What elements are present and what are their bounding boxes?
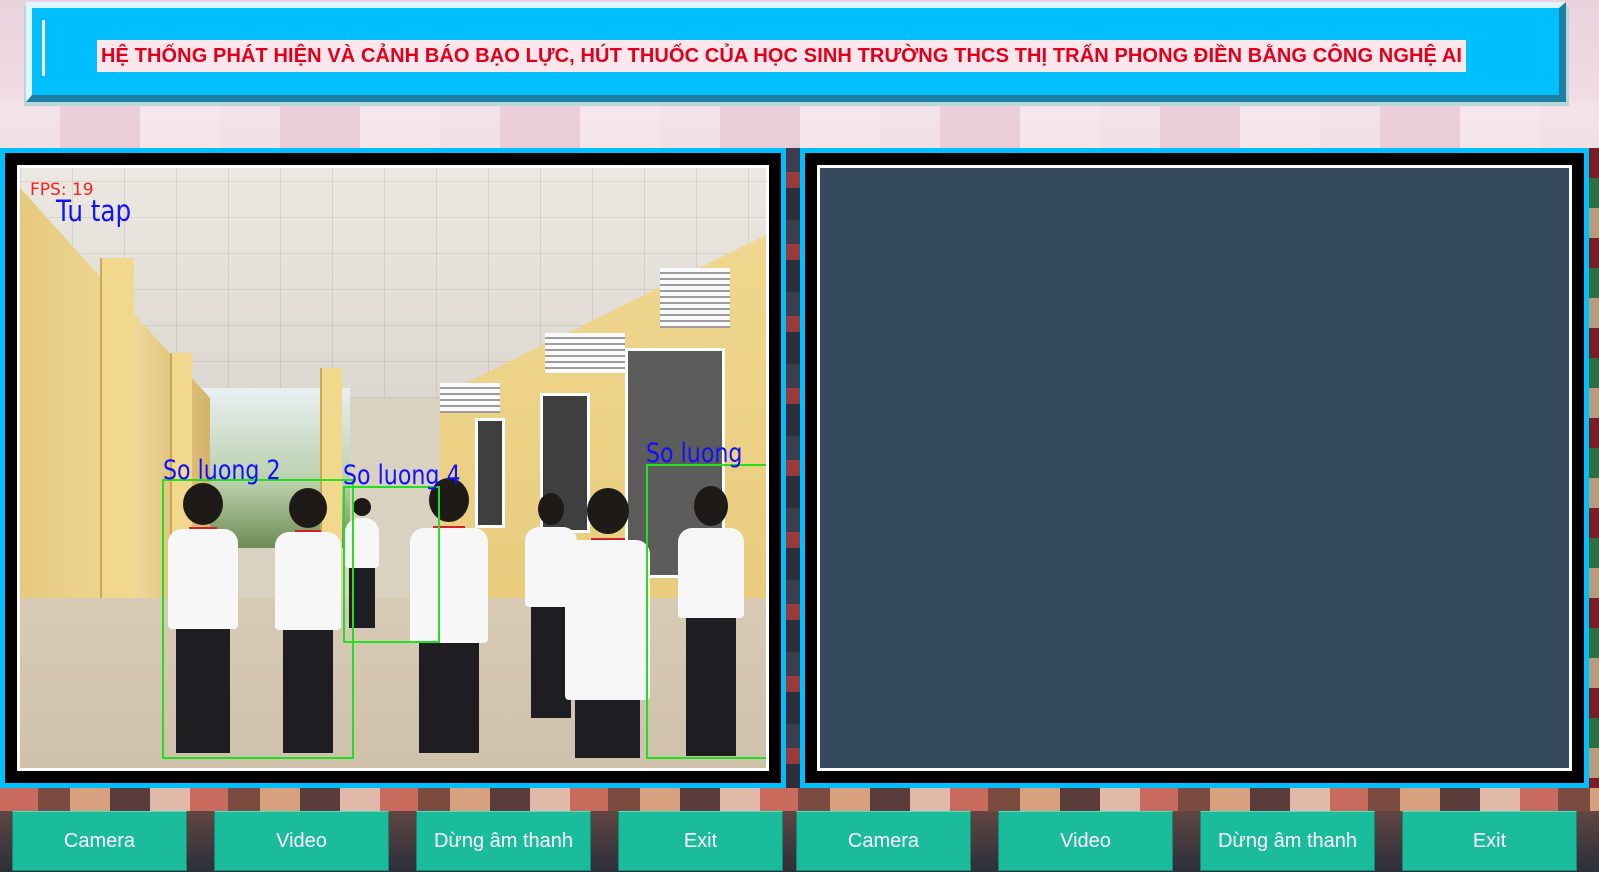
left-video-view: So luong 2 So luong 4 So luong FPS: 19 T… [17, 165, 769, 771]
video-frame-image: So luong 2 So luong 4 So luong FPS: 19 T… [20, 168, 766, 768]
button-bar: Camera Video Dừng âm thanh Exit Camera V… [0, 811, 1599, 872]
exit-button[interactable]: Exit [618, 811, 783, 871]
page-title: HỆ THỐNG PHÁT HIỆN VÀ CẢNH BÁO BẠO LỰC, … [97, 40, 1467, 72]
scene-vent [660, 268, 730, 328]
right-video-view [817, 165, 1572, 771]
detection-box [343, 486, 440, 643]
scene-vent [545, 333, 625, 373]
left-video-panel: So luong 2 So luong 4 So luong FPS: 19 T… [0, 148, 786, 788]
scene-vent [440, 383, 500, 413]
video-button[interactable]: Video [998, 811, 1173, 871]
detection-box [646, 464, 766, 759]
background-strip [786, 148, 800, 788]
video-button[interactable]: Video [214, 811, 389, 871]
student-figure [565, 488, 650, 758]
background-strip [0, 100, 1599, 148]
detection-box [162, 479, 354, 759]
activity-status-label: Tu tap [56, 194, 132, 228]
detection-label: So luong 4 [343, 460, 461, 491]
stop-sound-button[interactable]: Dừng âm thanh [416, 811, 591, 871]
title-banner: HỆ THỐNG PHÁT HIỆN VÀ CẢNH BÁO BẠO LỰC, … [26, 2, 1566, 102]
detection-label: So luong 2 [163, 455, 281, 486]
banner-edge [42, 20, 45, 76]
right-video-panel [800, 148, 1589, 788]
detection-label: So luong [646, 438, 743, 469]
exit-button[interactable]: Exit [1402, 811, 1577, 871]
stop-sound-button[interactable]: Dừng âm thanh [1200, 811, 1375, 871]
camera-button[interactable]: Camera [796, 811, 971, 871]
left-video-frame: So luong 2 So luong 4 So luong FPS: 19 T… [5, 153, 781, 783]
right-video-frame [805, 153, 1584, 783]
camera-button[interactable]: Camera [12, 811, 187, 871]
